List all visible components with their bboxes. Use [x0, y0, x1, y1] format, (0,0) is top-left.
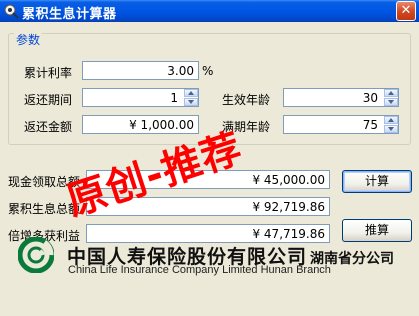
period-down-icon[interactable]	[184, 98, 198, 106]
start-age-down-icon[interactable]	[384, 98, 398, 106]
period-input[interactable]	[82, 88, 199, 107]
maturity-age-spinner[interactable]	[384, 116, 398, 133]
reverse-calc-button[interactable]: 推算	[342, 219, 412, 242]
start-age-spinner[interactable]	[384, 89, 398, 106]
maturity-age-down-icon[interactable]	[384, 125, 398, 133]
title-bar[interactable]: 累积生息计算器 ✕	[0, 0, 419, 22]
maturity-age-up-icon[interactable]	[384, 116, 398, 124]
rate-input[interactable]	[82, 61, 199, 80]
brand-name-en: China Life Insurance Company Limited Hun…	[68, 264, 331, 276]
calculate-button[interactable]: 计算	[342, 170, 412, 193]
period-label: 返还期间	[24, 93, 73, 107]
amount-label: 返还金额	[24, 120, 73, 134]
close-button[interactable]: ✕	[396, 1, 416, 21]
params-legend: 参数	[14, 31, 43, 48]
rate-label: 累计利率	[24, 66, 73, 80]
rate-unit: %	[202, 64, 214, 78]
china-life-logo-icon	[18, 237, 54, 273]
maturity-age-input[interactable]	[283, 115, 399, 134]
period-up-icon[interactable]	[184, 89, 198, 97]
start-age-up-icon[interactable]	[384, 89, 398, 97]
extra-gain-field[interactable]	[86, 224, 330, 243]
period-spinner[interactable]	[184, 89, 198, 106]
start-age-input[interactable]	[283, 88, 399, 107]
app-icon	[4, 4, 19, 19]
start-age-label: 生效年龄	[222, 93, 271, 107]
calculator-window: 累积生息计算器 ✕ 参数 累计利率 % 返还期间 返还金额 生效年龄 满期年龄 …	[0, 0, 419, 316]
window-title: 累积生息计算器	[22, 7, 117, 22]
